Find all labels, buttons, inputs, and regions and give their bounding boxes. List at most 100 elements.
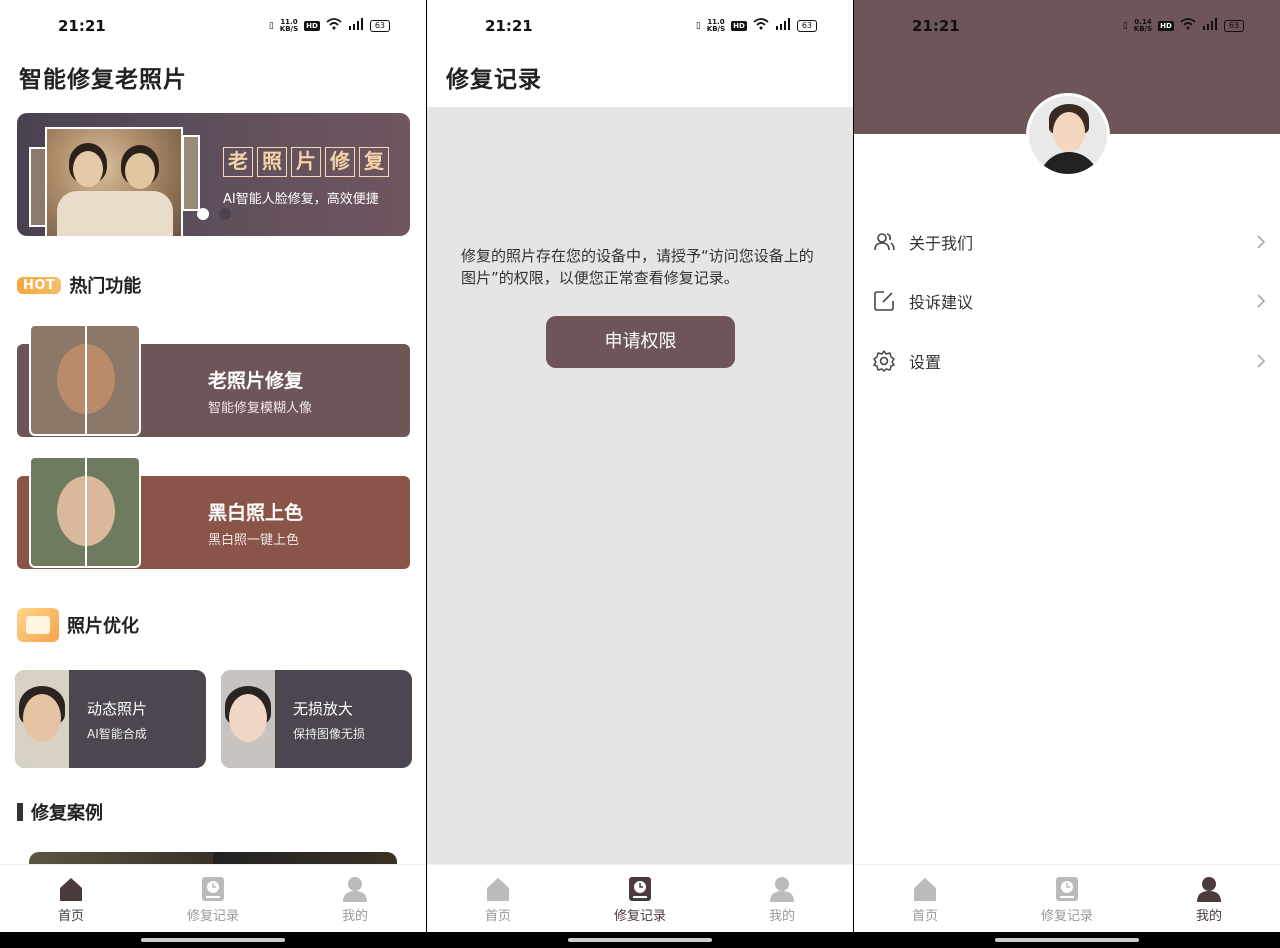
status-bar: 21:21 ▯ 11.0 KB/S HD 63	[0, 0, 426, 52]
battery-icon: 63	[369, 19, 390, 32]
home-screen: 21:21 ▯ 11.0 KB/S HD 63 智能修复老照片 老 照 片 修 …	[0, 0, 426, 948]
tab-label: 首页	[484, 909, 511, 924]
banner-carousel[interactable]: 老 照 片 修 复 AI智能人脸修复，高效便捷	[17, 113, 410, 236]
hot-section-title: 热门功能	[69, 276, 142, 297]
net-speed: 11.0 KB/S	[279, 17, 299, 33]
signal-icon	[775, 18, 791, 33]
carousel-dot-active[interactable]	[197, 208, 209, 220]
page-title: 修复记录	[446, 67, 542, 93]
tab-records[interactable]: 修复记录	[996, 865, 1138, 932]
request-permission-button[interactable]: 申请权限	[546, 316, 735, 368]
feature-colorize-card[interactable]: 黑白照上色 黑白照一键上色	[17, 456, 410, 569]
restore-thumbnail	[29, 324, 141, 436]
section-marker	[17, 803, 23, 821]
tab-mine[interactable]: 我的	[711, 865, 853, 932]
status-bar: 21:21 ▯ 0.14 KB/S HD 63	[854, 0, 1280, 52]
banner-photo-back-right	[182, 135, 200, 211]
upscale-card[interactable]: 无损放大 保持图像无损	[221, 670, 412, 768]
user-icon	[343, 877, 367, 902]
tab-label: 修复记录	[186, 909, 239, 924]
menu-about-us[interactable]: 关于我们	[854, 212, 1280, 272]
user-icon	[770, 877, 794, 902]
home-indicator[interactable]	[995, 938, 1139, 942]
upscale-thumbnail	[221, 670, 275, 768]
records-content	[427, 107, 853, 864]
net-speed: 0.14 KB/S	[1133, 17, 1153, 33]
tab-mine[interactable]: 我的	[284, 865, 426, 932]
status-time: 21:21	[58, 17, 106, 35]
vibrate-icon: ▯	[695, 20, 701, 31]
vibrate-icon: ▯	[1122, 20, 1128, 31]
status-time: 21:21	[485, 17, 533, 35]
page-title: 智能修复老照片	[19, 67, 187, 93]
chevron-right-icon	[1257, 354, 1266, 368]
menu-label: 设置	[909, 353, 942, 372]
hot-badge: HOT	[17, 276, 62, 294]
tab-home[interactable]: 首页	[427, 865, 569, 932]
home-icon	[60, 878, 82, 901]
feature-restore-card[interactable]: 老照片修复 智能修复模糊人像	[17, 324, 410, 437]
card-subtitle: 保持图像无损	[293, 727, 366, 741]
hd-badge: HD	[731, 20, 747, 31]
banner-subtitle: AI智能人脸修复，高效便捷	[223, 192, 379, 207]
gear-icon	[873, 350, 895, 372]
status-bar: 21:21 ▯ 11.0 KB/S HD 63	[427, 0, 853, 52]
feature-subtitle: 黑白照一键上色	[208, 533, 300, 548]
tab-label: 首页	[911, 909, 938, 924]
edit-icon	[874, 291, 894, 311]
screenshots-row: 21:21 ▯ 11.0 KB/S HD 63 智能修复老照片 老 照 片 修 …	[0, 0, 1280, 948]
record-icon	[629, 877, 651, 901]
image-icon	[17, 608, 59, 642]
hd-badge: HD	[1158, 20, 1174, 31]
record-icon	[1056, 877, 1078, 901]
status-icons: ▯ 0.14 KB/S HD 63	[1123, 18, 1244, 33]
tab-label: 修复记录	[613, 909, 666, 924]
battery-icon: 63	[1223, 19, 1244, 32]
vibrate-icon: ▯	[268, 20, 274, 31]
dynamic-photo-thumbnail	[15, 670, 69, 768]
wifi-icon	[326, 18, 342, 33]
optimize-section-header: 照片优化	[17, 608, 139, 642]
tab-mine[interactable]: 我的	[1138, 865, 1280, 932]
tab-label: 我的	[1195, 909, 1222, 924]
feature-subtitle: 智能修复模糊人像	[208, 401, 313, 416]
status-icons: ▯ 11.0 KB/S HD 63	[696, 18, 817, 33]
tab-label: 首页	[57, 909, 84, 924]
home-indicator[interactable]	[141, 938, 285, 942]
tab-bar: 首页 修复记录 我的	[427, 864, 853, 932]
battery-icon: 63	[796, 19, 817, 32]
banner-photo	[45, 127, 183, 236]
menu-settings[interactable]: 设置	[854, 331, 1280, 391]
hot-section-header: HOT 热门功能	[17, 272, 141, 298]
banner-title: 老 照 片 修 复	[223, 147, 389, 177]
tab-bar: 首页 修复记录 我的	[854, 864, 1280, 932]
feature-title: 老照片修复	[208, 370, 304, 392]
card-subtitle: AI智能合成	[87, 727, 147, 741]
card-title: 无损放大	[293, 700, 354, 718]
cases-section-header: 修复案例	[17, 799, 103, 825]
menu-feedback[interactable]: 投诉建议	[854, 271, 1280, 331]
avatar[interactable]	[1026, 93, 1110, 177]
user-icon	[1197, 877, 1221, 902]
tab-home[interactable]: 首页	[854, 865, 996, 932]
cases-section-title: 修复案例	[31, 803, 103, 824]
hd-badge: HD	[304, 20, 320, 31]
carousel-dot[interactable]	[219, 208, 231, 220]
mine-screen: 21:21 ▯ 0.14 KB/S HD 63 关于我们 投诉建议 设置 首页 …	[854, 0, 1280, 948]
tab-label: 我的	[768, 909, 795, 924]
home-indicator[interactable]	[568, 938, 712, 942]
tab-records[interactable]: 修复记录	[142, 865, 284, 932]
net-speed: 11.0 KB/S	[706, 17, 726, 33]
dynamic-photo-card[interactable]: 动态照片 AI智能合成	[15, 670, 206, 768]
record-icon	[202, 877, 224, 901]
tab-home[interactable]: 首页	[0, 865, 142, 932]
wifi-icon	[753, 18, 769, 33]
status-time: 21:21	[912, 17, 960, 35]
optimize-section-title: 照片优化	[67, 616, 139, 637]
chevron-right-icon	[1257, 235, 1266, 249]
users-icon	[874, 233, 895, 251]
tab-records[interactable]: 修复记录	[569, 865, 711, 932]
chevron-right-icon	[1257, 294, 1266, 308]
tab-label: 我的	[341, 909, 368, 924]
menu-label: 关于我们	[909, 234, 974, 253]
